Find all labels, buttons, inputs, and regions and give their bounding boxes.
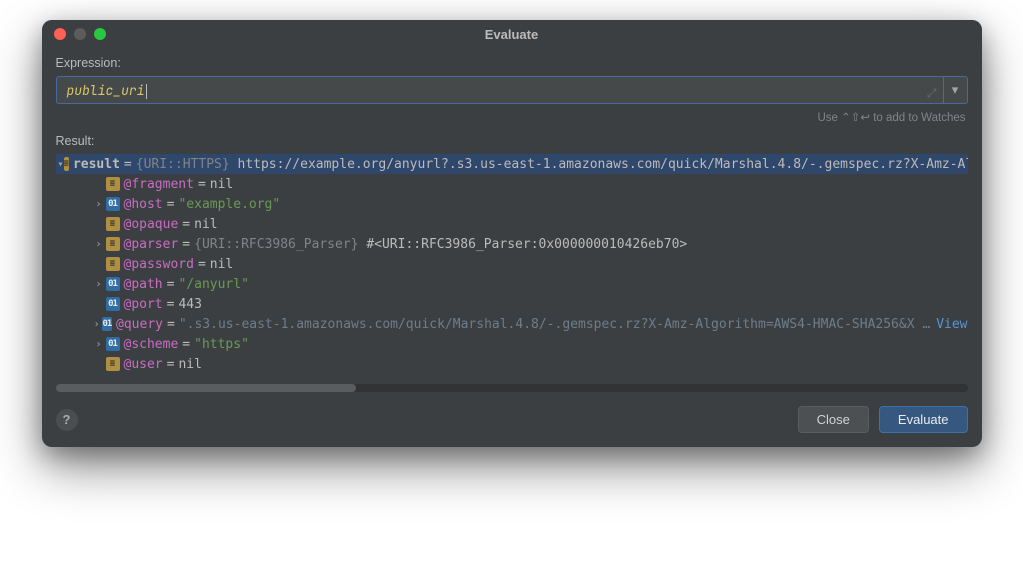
tree-row[interactable]: › 01 @scheme = "https" bbox=[56, 334, 968, 354]
expression-input[interactable]: public_uri ⤢ bbox=[56, 76, 944, 104]
object-badge-icon: ≡ bbox=[106, 357, 120, 371]
history-dropdown-button[interactable]: ▾ bbox=[944, 76, 968, 104]
var-value: nil bbox=[210, 257, 233, 272]
text-caret bbox=[146, 84, 147, 99]
chevron-down-icon: ▾ bbox=[952, 82, 959, 98]
var-value: ".s3.us-east-1.amazonaws.com/quick/Marsh… bbox=[179, 317, 930, 332]
object-badge-icon: ≡ bbox=[106, 177, 120, 191]
result-tree[interactable]: ▾ ≡ result = {URI::HTTPS} https://exampl… bbox=[56, 154, 968, 374]
tree-row[interactable]: › 01 @path = "/anyurl" bbox=[56, 274, 968, 294]
horizontal-scrollbar[interactable] bbox=[56, 384, 968, 394]
primitive-badge-icon: 01 bbox=[106, 277, 120, 291]
expression-label: Expression: bbox=[56, 56, 968, 70]
object-badge-icon: ≡ bbox=[106, 237, 120, 251]
object-badge-icon: ≡ bbox=[106, 257, 120, 271]
var-name: result bbox=[73, 157, 120, 172]
primitive-badge-icon: 01 bbox=[102, 317, 112, 331]
chevron-right-icon[interactable]: › bbox=[92, 319, 102, 330]
tree-row-root[interactable]: ▾ ≡ result = {URI::HTTPS} https://exampl… bbox=[56, 154, 968, 174]
var-name: @query bbox=[116, 317, 163, 332]
var-value: nil bbox=[178, 357, 201, 372]
primitive-badge-icon: 01 bbox=[106, 337, 120, 351]
window-controls bbox=[54, 28, 106, 40]
primitive-badge-icon: 01 bbox=[106, 197, 120, 211]
object-badge-icon: ≡ bbox=[64, 157, 69, 171]
expand-icon[interactable]: ⤢ bbox=[927, 83, 937, 103]
var-value: 443 bbox=[178, 297, 201, 312]
tree-row[interactable]: ≡ @fragment = nil bbox=[56, 174, 968, 194]
tree-row[interactable]: ≡ @opaque = nil bbox=[56, 214, 968, 234]
var-type: {URI::HTTPS} bbox=[136, 157, 230, 172]
evaluate-dialog: Evaluate Expression: public_uri ⤢ ▾ Use … bbox=[42, 20, 982, 447]
chevron-right-icon[interactable]: › bbox=[92, 239, 106, 250]
tree-row[interactable]: ≡ @password = nil bbox=[56, 254, 968, 274]
evaluate-button[interactable]: Evaluate bbox=[879, 406, 968, 433]
var-name: @user bbox=[124, 357, 163, 372]
close-window-icon[interactable] bbox=[54, 28, 66, 40]
tree-row[interactable]: › 01 @host = "example.org" bbox=[56, 194, 968, 214]
view-link[interactable]: View bbox=[936, 317, 967, 332]
chevron-right-icon[interactable]: › bbox=[92, 339, 106, 350]
var-name: @fragment bbox=[124, 177, 194, 192]
watches-hint: Use ⌃⇧↩ to add to Watches bbox=[56, 110, 966, 124]
var-value: "https" bbox=[194, 337, 249, 352]
help-button[interactable]: ? bbox=[56, 409, 78, 431]
tree-row[interactable]: › 01 @query = ".s3.us-east-1.amazonaws.c… bbox=[56, 314, 968, 334]
minimize-window-icon[interactable] bbox=[74, 28, 86, 40]
window-title: Evaluate bbox=[485, 27, 538, 42]
var-name: @host bbox=[124, 197, 163, 212]
var-value: nil bbox=[210, 177, 233, 192]
chevron-right-icon[interactable]: › bbox=[92, 279, 106, 290]
var-name: @password bbox=[124, 257, 194, 272]
tree-row[interactable]: 01 @port = 443 bbox=[56, 294, 968, 314]
var-name: @parser bbox=[124, 237, 179, 252]
var-name: @opaque bbox=[124, 217, 179, 232]
var-value: nil bbox=[194, 217, 217, 232]
tree-row[interactable]: ≡ @user = nil bbox=[56, 354, 968, 374]
tree-row[interactable]: › ≡ @parser = {URI::RFC3986_Parser} #<UR… bbox=[56, 234, 968, 254]
var-value: "example.org" bbox=[178, 197, 280, 212]
chevron-right-icon[interactable]: › bbox=[92, 199, 106, 210]
titlebar[interactable]: Evaluate bbox=[42, 20, 982, 48]
zoom-window-icon[interactable] bbox=[94, 28, 106, 40]
var-value: https://example.org/anyurl?.s3.us-east-1… bbox=[238, 157, 968, 172]
var-name: @path bbox=[124, 277, 163, 292]
result-label: Result: bbox=[56, 134, 968, 148]
close-button[interactable]: Close bbox=[798, 406, 869, 433]
var-value: #<URI::RFC3986_Parser:0x000000010426eb70… bbox=[366, 237, 687, 252]
primitive-badge-icon: 01 bbox=[106, 297, 120, 311]
var-value: "/anyurl" bbox=[178, 277, 248, 292]
expression-text: public_uri bbox=[67, 82, 145, 99]
scrollbar-thumb[interactable] bbox=[56, 384, 356, 392]
var-name: @port bbox=[124, 297, 163, 312]
var-name: @scheme bbox=[124, 337, 179, 352]
var-type: {URI::RFC3986_Parser} bbox=[194, 237, 358, 252]
object-badge-icon: ≡ bbox=[106, 217, 120, 231]
